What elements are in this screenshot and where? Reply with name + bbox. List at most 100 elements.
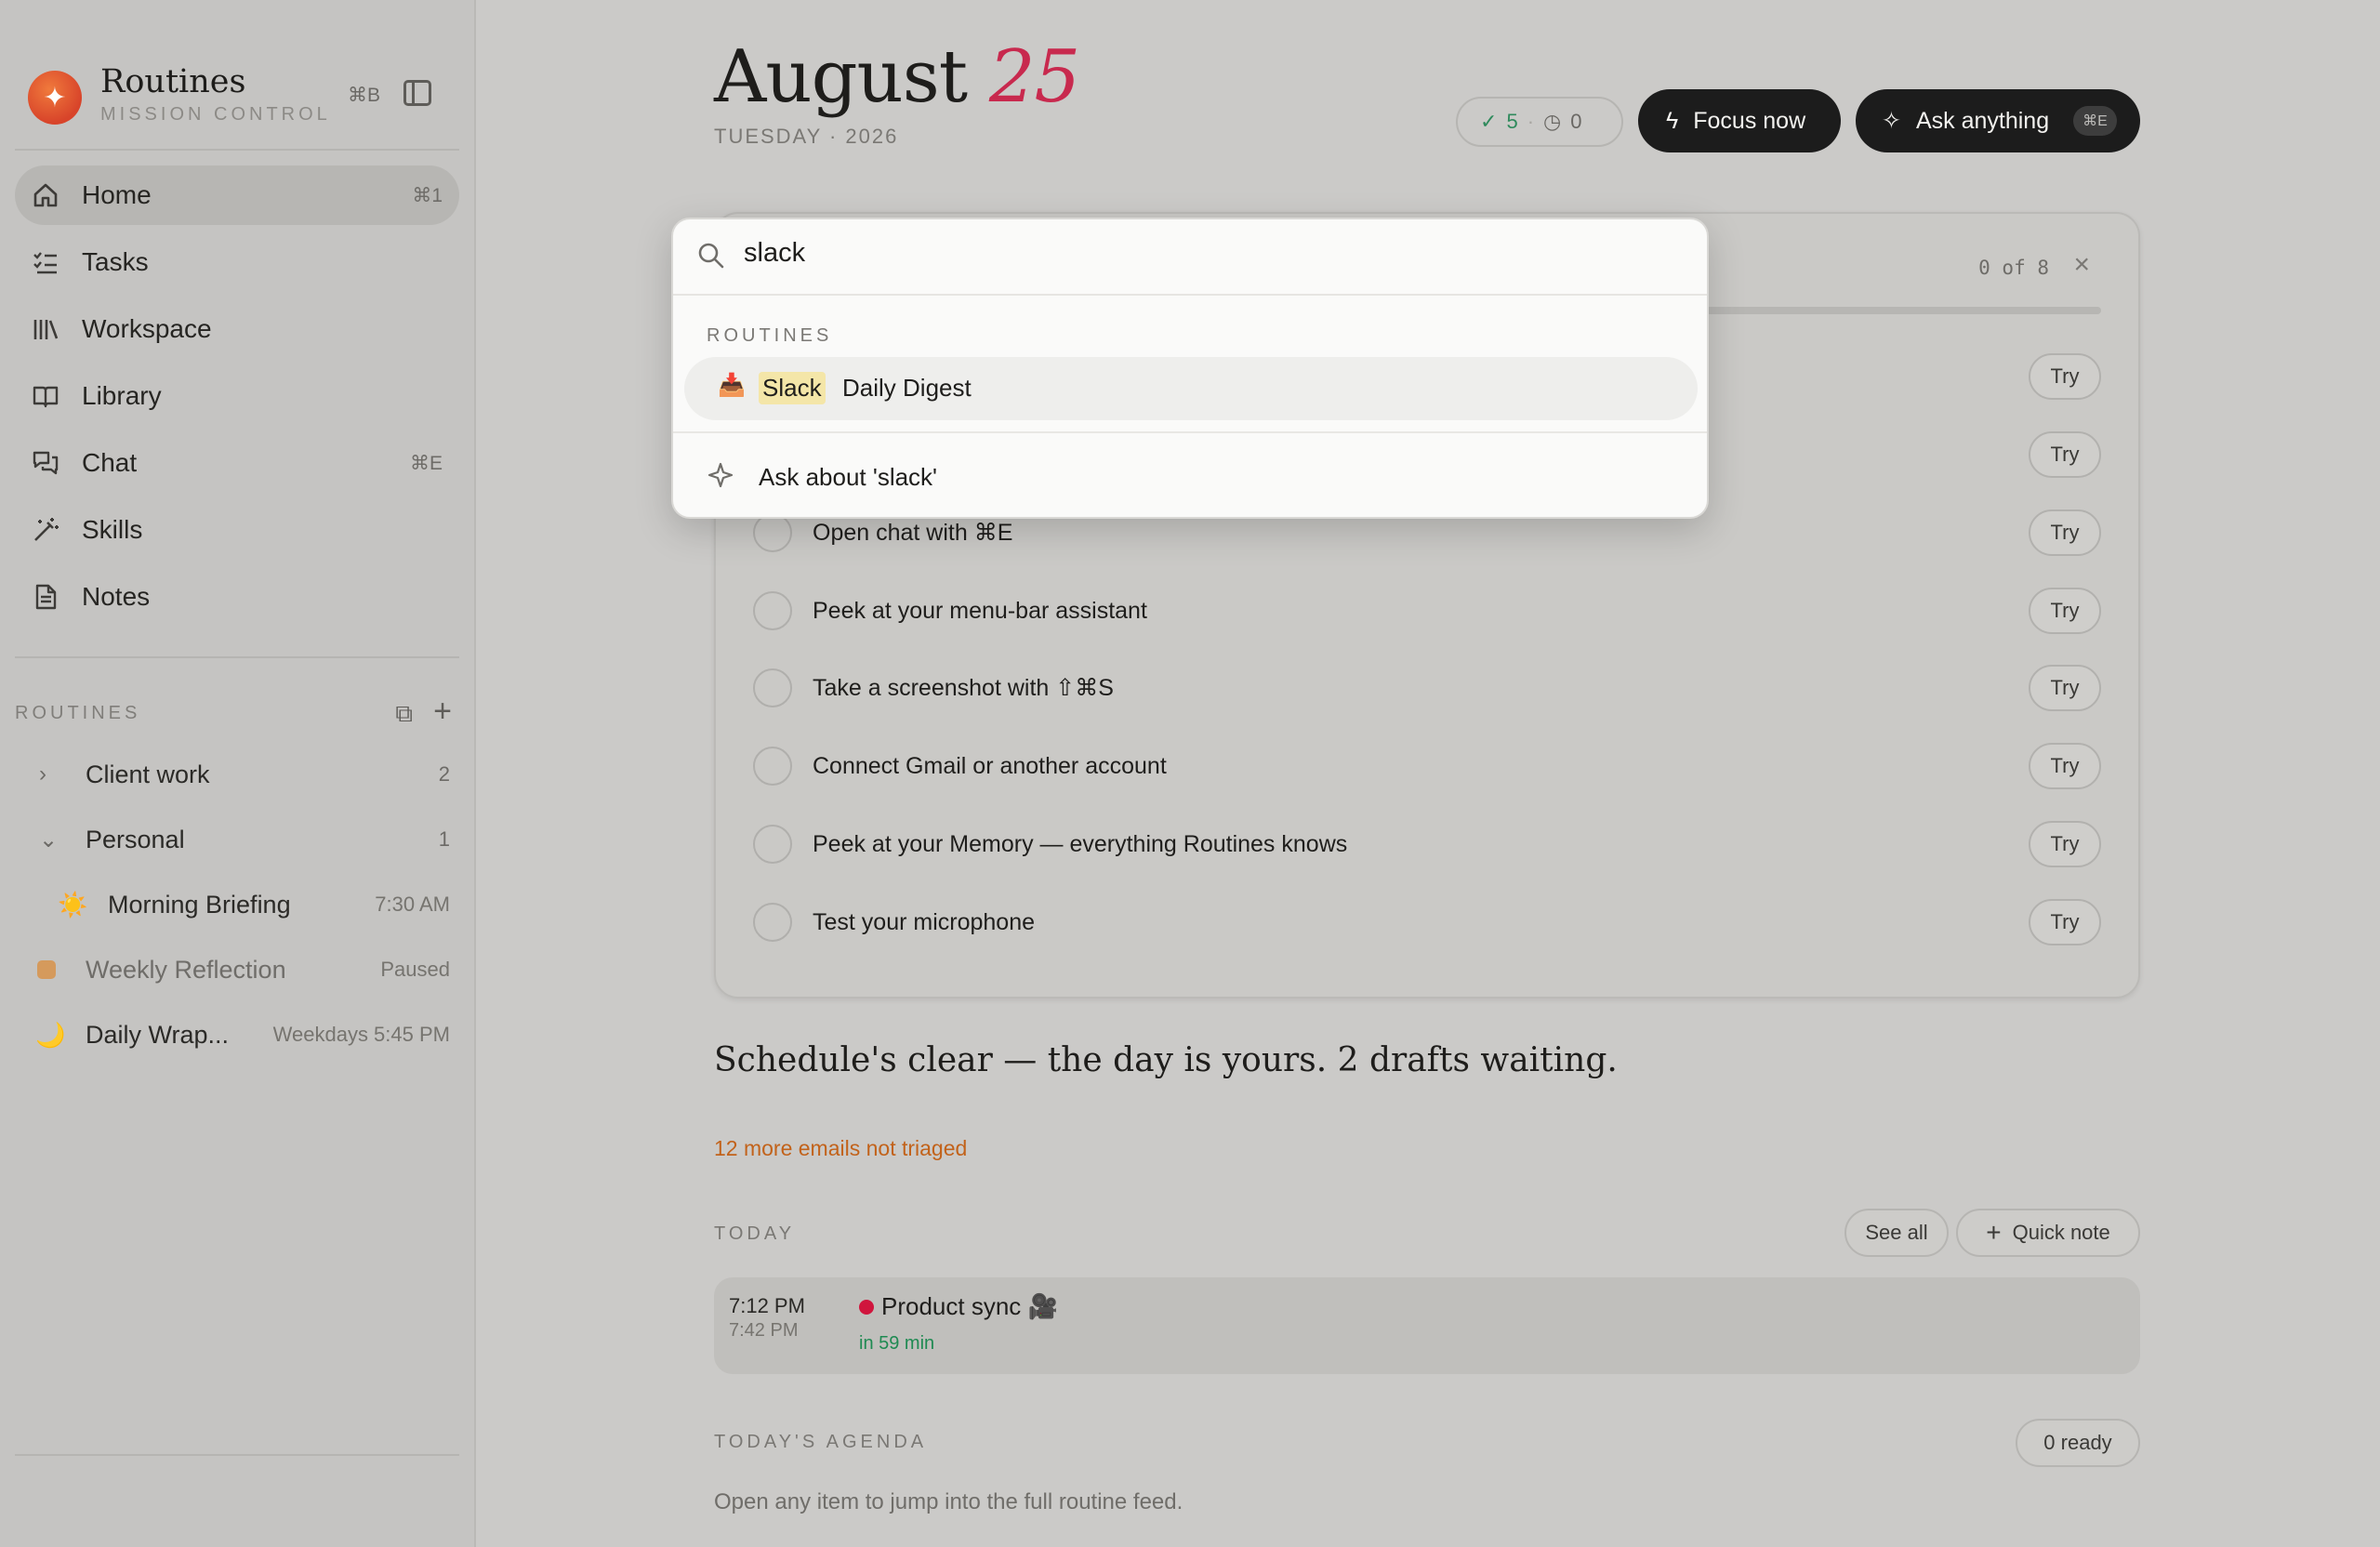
triage-link[interactable]: 12 more emails not triaged bbox=[714, 1136, 967, 1161]
nav-item-skills[interactable]: Skills bbox=[15, 500, 459, 560]
brand: ✦ Routines MISSION CONTROL ⌘B bbox=[28, 58, 465, 136]
nav-shortcut: ⌘E bbox=[409, 452, 443, 474]
agenda-hint: Open any item to jump into the full rout… bbox=[714, 1489, 1183, 1514]
sparkle-icon bbox=[707, 462, 734, 488]
close-icon[interactable]: × bbox=[2073, 249, 2090, 281]
separator-dot: · bbox=[1527, 110, 1535, 133]
orange-square-icon bbox=[37, 960, 56, 979]
checklist-icon bbox=[32, 248, 60, 276]
checkbox[interactable] bbox=[753, 591, 792, 630]
group-personal[interactable]: ⌄ Personal 1 bbox=[15, 807, 459, 872]
group-count: 1 bbox=[438, 827, 450, 851]
organize-icon[interactable]: ⧉ bbox=[395, 699, 413, 729]
routine-morning-briefing[interactable]: ☀️ Morning Briefing 7:30 AM bbox=[15, 872, 459, 937]
event-start-time: 7:12 PM bbox=[729, 1294, 805, 1317]
routine-status: Paused bbox=[380, 958, 450, 981]
nav-label: Workspace bbox=[82, 314, 212, 343]
routine-list: › Client work 2 ⌄ Personal 1 ☀️ Morning … bbox=[15, 742, 459, 1067]
task-label: Open chat with ⌘E bbox=[813, 520, 1013, 546]
event-card[interactable]: 7:12 PM 7:42 PM Product sync 🎥 in 59 min bbox=[714, 1277, 2140, 1374]
try-button[interactable]: Try bbox=[2029, 431, 2101, 478]
checklist-item[interactable]: Take a screenshot with ⇧⌘S Try bbox=[753, 655, 2101, 721]
palette-section-label: ROUTINES bbox=[707, 325, 833, 346]
chevron-down-icon: ⌄ bbox=[39, 826, 59, 853]
magic-wand-icon bbox=[32, 516, 60, 544]
today-label: TODAY bbox=[714, 1223, 796, 1244]
try-button[interactable]: Try bbox=[2029, 588, 2101, 634]
checklist-item[interactable]: Peek at your Memory — everything Routine… bbox=[753, 812, 2101, 877]
app-title: Routines bbox=[100, 63, 246, 100]
nav-item-home[interactable]: Home ⌘1 bbox=[15, 165, 459, 225]
nav-label: Chat bbox=[82, 448, 138, 477]
ready-badge[interactable]: 0 ready bbox=[2016, 1419, 2140, 1467]
quick-note-button[interactable]: + Quick note bbox=[1956, 1209, 2140, 1257]
checkbox[interactable] bbox=[753, 668, 792, 707]
schedule-summary: Schedule's clear — the day is yours. 2 d… bbox=[714, 1041, 1618, 1079]
task-label: Test your microphone bbox=[813, 908, 1036, 935]
task-label: Peek at your Memory — everything Routine… bbox=[813, 830, 1348, 857]
stats-pill[interactable]: ✓ 5 · ◷ 0 bbox=[1456, 97, 1623, 147]
add-routine-icon[interactable]: + bbox=[433, 694, 452, 730]
divider bbox=[15, 1454, 459, 1456]
routines-label: ROUTINES bbox=[15, 703, 141, 723]
ask-label: Ask anything bbox=[1915, 107, 2050, 134]
library-shelf-icon bbox=[32, 315, 60, 343]
nav-item-notes[interactable]: Notes bbox=[15, 567, 459, 627]
event-title: Product sync 🎥 bbox=[881, 1292, 1058, 1320]
palette-ask-action[interactable]: Ask about 'slack' bbox=[673, 443, 1707, 508]
nav-label: Home bbox=[82, 180, 152, 209]
toggle-sidebar-icon[interactable] bbox=[403, 80, 431, 106]
quick-note-label: Quick note bbox=[2012, 1221, 2110, 1244]
checkbox[interactable] bbox=[753, 825, 792, 864]
task-label: Peek at your menu-bar assistant bbox=[813, 597, 1147, 624]
group-count: 2 bbox=[438, 762, 450, 786]
sidebar: ✦ Routines MISSION CONTROL ⌘B Home ⌘1 Ta… bbox=[0, 0, 476, 1547]
pending-count: 0 bbox=[1570, 110, 1582, 133]
home-icon bbox=[32, 181, 60, 209]
try-button[interactable]: Try bbox=[2029, 743, 2101, 789]
try-button[interactable]: Try bbox=[2029, 821, 2101, 867]
group-client-work[interactable]: › Client work 2 bbox=[15, 742, 459, 807]
nav-item-tasks[interactable]: Tasks bbox=[15, 232, 459, 292]
divider bbox=[15, 149, 459, 151]
check-circle-icon: ✓ bbox=[1480, 110, 1498, 133]
event-relative-time: in 59 min bbox=[859, 1333, 935, 1354]
try-button[interactable]: Try bbox=[2029, 665, 2101, 711]
nav-item-library[interactable]: Library bbox=[15, 366, 459, 426]
sparkle-icon: ✧ bbox=[1882, 108, 1901, 134]
try-button[interactable]: Try bbox=[2029, 509, 2101, 556]
search-icon bbox=[698, 243, 724, 269]
agenda-label: TODAY'S AGENDA bbox=[714, 1432, 928, 1452]
match-highlight: Slack bbox=[759, 372, 826, 404]
date-month: August bbox=[714, 35, 968, 119]
try-button[interactable]: Try bbox=[2029, 353, 2101, 400]
moon-icon: 🌙 bbox=[35, 1020, 66, 1049]
nav-item-workspace[interactable]: Workspace bbox=[15, 299, 459, 359]
focus-now-button[interactable]: ϟ Focus now bbox=[1638, 89, 1841, 152]
palette-result-slack-daily-digest[interactable]: 📥 Slack Daily Digest bbox=[684, 357, 1698, 420]
checkbox[interactable] bbox=[753, 513, 792, 552]
palette-search-input[interactable] bbox=[744, 238, 1580, 269]
checklist-item[interactable]: Connect Gmail or another account Try bbox=[753, 734, 2101, 799]
routine-weekly-reflection[interactable]: Weekly Reflection Paused bbox=[15, 937, 459, 1002]
see-all-button[interactable]: See all bbox=[1844, 1209, 1949, 1257]
checklist-item[interactable]: Test your microphone Try bbox=[753, 890, 2101, 955]
app-subtitle: MISSION CONTROL bbox=[100, 104, 331, 125]
task-label: Take a screenshot with ⇧⌘S bbox=[813, 675, 1114, 701]
sidebar-shortcut: ⌘B bbox=[348, 85, 381, 106]
checkbox[interactable] bbox=[753, 903, 792, 942]
checklist-item[interactable]: Peek at your menu-bar assistant Try bbox=[753, 578, 2101, 643]
checkbox[interactable] bbox=[753, 747, 792, 786]
group-label: Personal bbox=[86, 825, 185, 853]
nav-item-chat[interactable]: Chat ⌘E bbox=[15, 433, 459, 493]
focus-label: Focus now bbox=[1693, 107, 1806, 134]
nav-label: Notes bbox=[82, 582, 151, 611]
ask-shortcut: ⌘E bbox=[2073, 106, 2117, 136]
plus-icon: + bbox=[1986, 1218, 2002, 1247]
ask-anything-button[interactable]: ✧ Ask anything ⌘E bbox=[1856, 89, 2140, 152]
inbox-icon: 📥 bbox=[718, 373, 746, 398]
routine-daily-wrap[interactable]: 🌙 Daily Wrap... Weekdays 5:45 PM bbox=[15, 1002, 459, 1067]
routines-header: ROUTINES ⧉ + bbox=[15, 694, 459, 729]
try-button[interactable]: Try bbox=[2029, 899, 2101, 945]
book-icon bbox=[32, 382, 60, 410]
